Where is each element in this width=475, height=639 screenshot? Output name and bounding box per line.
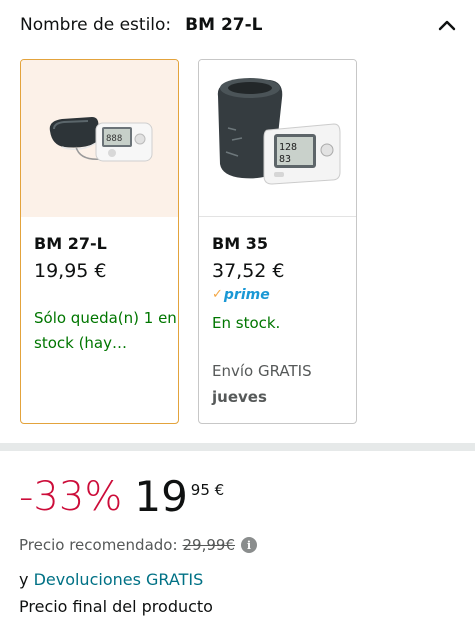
blood-pressure-monitor-image: 888: [49, 116, 152, 161]
returns-row: y Devoluciones GRATIS: [19, 569, 203, 591]
option-availability: En stock.: [212, 314, 281, 332]
option-availability: Sólo queda(n) 1 en stock (hay…: [34, 309, 177, 352]
svg-text:83: 83: [279, 154, 291, 165]
style-option-bm35[interactable]: 128 83 BM 35 37,52 € ✓ prime En stock. E…: [198, 59, 357, 424]
svg-text:128: 128: [279, 142, 297, 153]
recommended-price-row: Precio recomendado: 29,99€ i: [19, 534, 258, 556]
option-name: BM 27-L: [34, 234, 107, 253]
section-divider: [0, 443, 475, 451]
option-shipping-day: jueves: [212, 388, 267, 406]
prime-badge: ✓ prime: [212, 285, 356, 305]
price-block: -33% 19 95 €: [19, 471, 224, 529]
prime-check-icon: ✓: [212, 287, 223, 302]
style-selector-header[interactable]: Nombre de estilo: BM 27-L: [20, 10, 460, 40]
discount-percentage: -33%: [19, 474, 123, 520]
price-whole: 19: [134, 472, 188, 521]
style-label: Nombre de estilo:: [20, 15, 172, 35]
price-fraction: 95 €: [190, 481, 225, 499]
free-returns-link[interactable]: Devoluciones GRATIS: [34, 570, 204, 589]
style-option-bm27l[interactable]: 888 BM 27-L 19,95 € Sólo queda(n) 1 en s…: [20, 59, 179, 424]
selected-style-value: BM 27-L: [185, 15, 263, 35]
blood-pressure-monitor-image: 128 83: [217, 78, 340, 185]
svg-text:888: 888: [106, 134, 122, 144]
final-price-label: Precio final del producto: [19, 597, 213, 616]
returns-prefix: y: [19, 570, 29, 589]
recommended-price-label: Precio recomendado:: [19, 536, 178, 554]
product-image-bm35: 128 83: [199, 60, 356, 217]
prime-label: prime: [223, 287, 270, 303]
recommended-price: 29,99€: [182, 536, 236, 554]
option-price: 19,95 €: [34, 260, 107, 282]
option-shipping: Envío GRATIS: [212, 362, 312, 380]
info-icon[interactable]: i: [241, 537, 258, 553]
option-name: BM 35: [212, 234, 268, 253]
option-price: 37,52 €: [212, 260, 285, 282]
chevron-up-icon[interactable]: [434, 12, 460, 38]
product-image-bm27l: 888: [21, 60, 178, 217]
